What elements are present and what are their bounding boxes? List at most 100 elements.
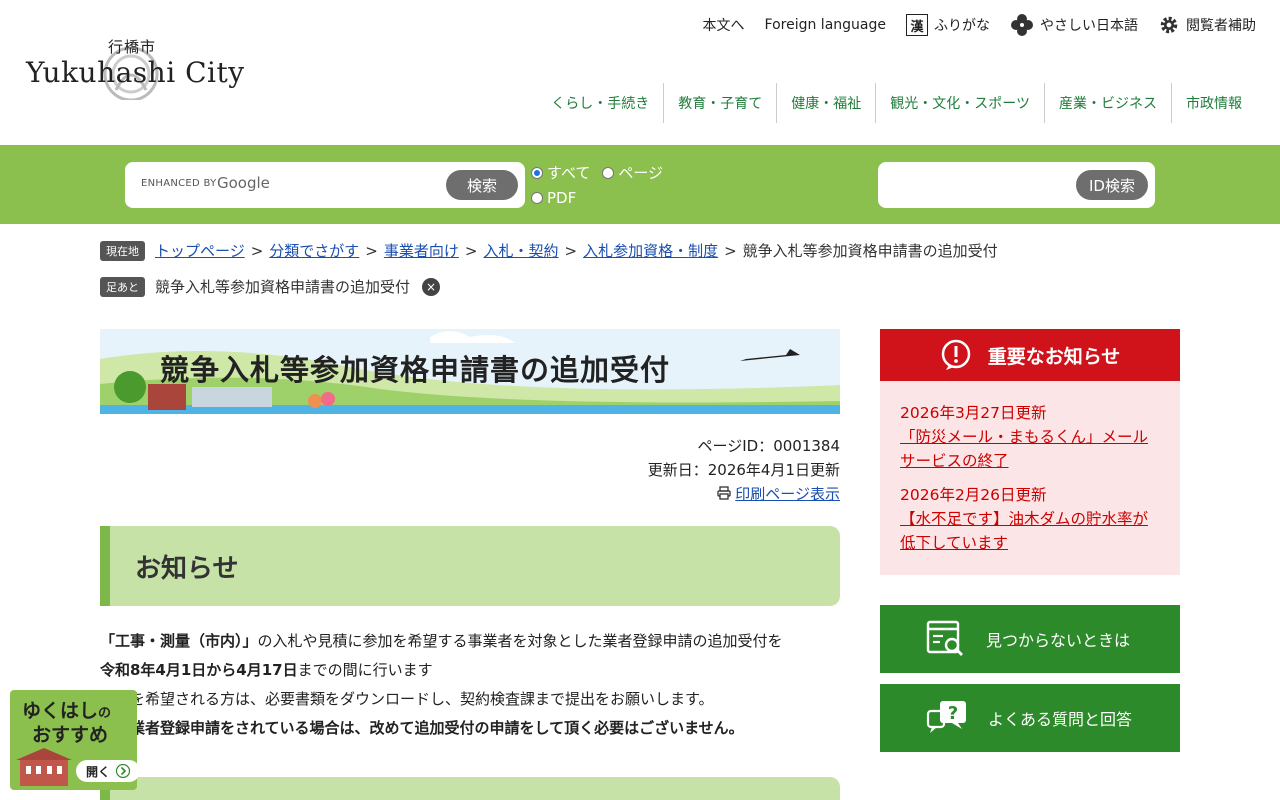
notice-date: 2026年2月26日更新 — [900, 486, 1047, 504]
close-icon[interactable]: × — [422, 277, 441, 296]
faq-button[interactable]: ? よくある質問と回答 — [880, 684, 1180, 752]
open-button[interactable]: 開く — [76, 760, 140, 782]
bold-date: 令和8年4月1日から4月17日 — [100, 661, 298, 679]
open-label: 開く — [85, 764, 110, 779]
important-notice-panel: 重要なお知らせ 2026年3月27日更新 「防災メール・まもるくん」メールサービ… — [880, 329, 1180, 575]
footprint: 足あと 競争入札等参加資格申請書の追加受付 × — [100, 276, 441, 297]
nav-city-info[interactable]: 市政情報 — [1171, 83, 1256, 123]
recommend-line2: おすすめ — [32, 724, 109, 746]
notice-item: 2026年3月27日更新 「防災メール・まもるくん」メールサービスの終了 — [900, 401, 1160, 473]
not-found-button[interactable]: 見つからないときは — [880, 605, 1180, 673]
print-link[interactable]: 印刷ページ表示 — [735, 485, 840, 503]
foreign-language-link[interactable]: Foreign language — [765, 17, 886, 33]
site-logo[interactable]: 行橋市 Yukuhashi City — [26, 36, 246, 102]
breadcrumb-link[interactable]: 事業者向け — [384, 240, 459, 261]
nav-health[interactable]: 健康・福祉 — [776, 83, 875, 123]
breadcrumb-tag: 現在地 — [100, 240, 145, 261]
faq-label: よくある質問と回答 — [988, 710, 1133, 729]
scope-pdf-radio[interactable]: PDF — [531, 189, 576, 207]
easy-japanese-label: やさしい日本語 — [1040, 18, 1138, 34]
bold-text: 「工事・測量（市内）」 — [100, 632, 258, 650]
search-scope: すべて ページ PDF — [531, 160, 663, 210]
breadcrumb-link[interactable]: 入札・契約 — [483, 240, 558, 261]
skip-to-content-link[interactable]: 本文へ — [703, 15, 745, 35]
nav-tourism[interactable]: 観光・文化・スポーツ — [875, 83, 1044, 123]
furigana-button[interactable]: 漢 ふりがな — [906, 14, 990, 36]
not-found-label: 見つからないときは — [986, 631, 1131, 650]
recommend-widget[interactable]: ゆくはしの おすすめ 開く — [10, 690, 140, 790]
kanji-icon: 漢 — [906, 14, 928, 36]
notice-title: 重要なお知らせ — [987, 345, 1121, 368]
chevron-right-icon — [116, 764, 130, 778]
breadcrumb-separator: > — [564, 241, 578, 260]
notice-header: 重要なお知らせ — [880, 329, 1180, 381]
accessibility-label: 閲覧者補助 — [1186, 18, 1256, 34]
scope-all-label: すべて — [547, 164, 591, 182]
page-id: ページID：0001384 — [697, 437, 840, 455]
svg-text:?: ? — [948, 703, 958, 724]
logo-kanji: 行橋市 — [108, 38, 157, 56]
breadcrumb-link[interactable]: トップページ — [155, 240, 245, 261]
furigana-label: ふりがな — [934, 18, 990, 34]
scope-all-radio[interactable]: すべて — [531, 162, 590, 183]
enhanced-by-label: ENHANCED BY — [141, 178, 217, 189]
breadcrumb-separator: > — [365, 241, 378, 260]
exclamation-bubble-icon — [941, 339, 970, 370]
nav-education[interactable]: 教育・子育て — [663, 83, 776, 123]
easy-japanese-button[interactable]: やさしい日本語 — [1010, 13, 1138, 37]
breadcrumb-separator: > — [250, 241, 264, 260]
scope-pdf-label: PDF — [547, 188, 577, 207]
print-link-row: 印刷ページ表示 — [648, 482, 840, 506]
utility-nav: 本文へ Foreign language 漢 ふりがな やさしい日本語 閲覧者補… — [703, 13, 1256, 37]
search-page-icon — [926, 620, 963, 656]
breadcrumb-link[interactable]: 分類でさがす — [269, 240, 359, 261]
footprint-item[interactable]: 競争入札等参加資格申請書の追加受付 — [155, 276, 410, 297]
breadcrumb: 現在地 トップページ > 分類でさがす > 事業者向け > 入札・契約 > 入札… — [100, 240, 998, 261]
notice-link[interactable]: 「防災メール・まもるくん」メールサービスの終了 — [900, 428, 1148, 470]
notice-body-text: 「工事・測量（市内）」の入札や見積に参加を希望する事業者を対象とした業者登録申請… — [100, 627, 840, 743]
site-search-input[interactable]: ENHANCED BY Google 検索 — [125, 162, 525, 208]
paragraph: 申請を希望される方は、必要書類をダウンロードし、契約検査課まで提出をお願いします… — [100, 690, 714, 708]
id-search-button[interactable]: ID検索 — [1076, 170, 1148, 200]
paragraph: 「工事・測量（市内）」の入札や見積に参加を希望する事業者を対象とした業者登録申請… — [100, 627, 840, 656]
page-id-input[interactable]: ID検索 — [878, 162, 1155, 208]
nav-living[interactable]: くらし・手続き — [537, 83, 663, 123]
scope-page-radio[interactable]: ページ — [602, 162, 663, 183]
paragraph-bold: 既に業者登録申請をされている場合は、改めて追加受付の申請をして頂く必要はございま… — [100, 719, 744, 737]
breadcrumb-separator: > — [724, 241, 737, 260]
text: までの間に行います — [297, 661, 433, 679]
text: の入札や見積に参加を希望する事業者を対象とした業者登録申請の追加受付を — [257, 632, 783, 650]
search-button[interactable]: 検索 — [446, 170, 518, 200]
printer-icon — [717, 486, 731, 500]
breadcrumb-link[interactable]: 入札参加資格・制度 — [583, 240, 718, 261]
breadcrumb-current: 競争入札等参加資格申請書の追加受付 — [742, 242, 998, 260]
notice-item: 2026年2月26日更新 【水不足です】油木ダムの貯水率が低下しています — [900, 483, 1160, 555]
question-bubble-icon: ? — [926, 701, 966, 733]
section-heading: お知らせ — [135, 554, 239, 584]
breadcrumb-separator: > — [464, 241, 478, 260]
notice-list: 2026年3月27日更新 「防災メール・まもるくん」メールサービスの終了 202… — [880, 381, 1180, 555]
building-icon — [16, 748, 72, 786]
recommend-text: ゆくはし — [22, 700, 99, 722]
footprint-tag: 足あと — [100, 276, 145, 297]
updated-date: 更新日：2026年4月1日更新 — [647, 461, 840, 479]
recommend-particle: の — [98, 706, 112, 721]
radio-checked-icon — [531, 166, 543, 179]
page-meta: ページID：0001384 更新日：2026年4月1日更新 印刷ページ表示 — [648, 434, 840, 506]
accessibility-button[interactable]: 閲覧者補助 — [1158, 14, 1256, 36]
clover-icon — [1011, 14, 1033, 36]
logo-english: Yukuhashi City — [26, 56, 245, 89]
paragraph: 令和8年4月1日から4月17日までの間に行います — [100, 656, 840, 685]
recommend-line1: ゆくはしの — [22, 696, 111, 723]
notice-date: 2026年3月27日更新 — [900, 404, 1047, 422]
section-heading-box: お知らせ — [100, 526, 840, 606]
radio-unchecked-icon — [531, 191, 543, 204]
scope-page-label: ページ — [618, 164, 664, 182]
page-title: 競争入札等参加資格申請書の追加受付 — [160, 353, 671, 387]
gear-icon — [1160, 16, 1178, 34]
global-nav: くらし・手続き 教育・子育て 健康・福祉 観光・文化・スポーツ 産業・ビジネス … — [537, 83, 1256, 123]
notice-link[interactable]: 【水不足です】油木ダムの貯水率が低下しています — [900, 510, 1148, 552]
radio-unchecked-icon — [602, 166, 615, 179]
page-title-banner: 競争入札等参加資格申請書の追加受付 — [100, 329, 840, 414]
nav-business[interactable]: 産業・ビジネス — [1044, 83, 1171, 123]
